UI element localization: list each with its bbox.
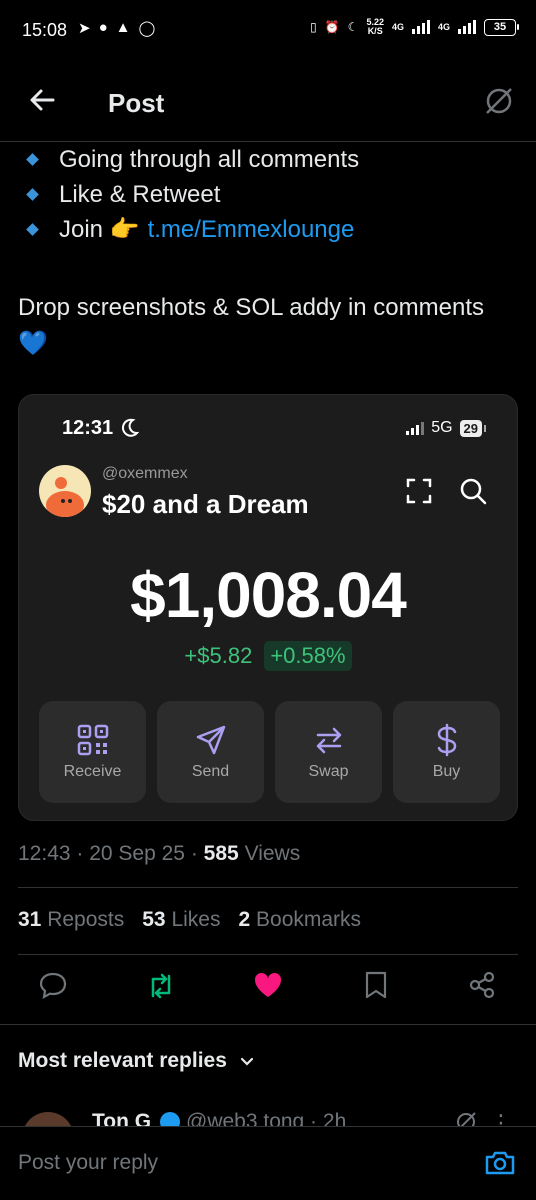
bullet-item: Going through all comments: [18, 142, 518, 177]
bookmark-icon[interactable]: [361, 970, 393, 1002]
post-image[interactable]: 12:31 5G 29 @oxemmex $20 and a Dream $1,…: [18, 394, 518, 821]
wallet-balance: $1,008.04: [130, 559, 407, 631]
chat-icon: ●: [98, 19, 108, 36]
verified-badge-icon: [160, 1112, 180, 1126]
camera-icon[interactable]: [484, 1147, 516, 1179]
balance-change: +$5.82 +0.58%: [19, 641, 517, 671]
blue-diamond-icon: [26, 153, 39, 166]
network-type-1: 4G: [391, 22, 404, 32]
telegram-link[interactable]: t.me/Emmexlounge: [148, 216, 355, 244]
post-time: 12:43: [18, 842, 71, 865]
search-icon[interactable]: [459, 477, 487, 505]
replies-sort-dropdown[interactable]: Most relevant replies: [18, 1049, 255, 1073]
card-signal-icon: [406, 421, 425, 435]
status-bar: 15:08 ➤ ● ▲ ◯ ▯ ⏰ ☾ 5.22 K/S 4G 4G 35: [0, 0, 536, 62]
notification-icons: ➤ ● ▲ ◯: [78, 19, 155, 37]
post-date: 20 Sep 25: [89, 842, 185, 865]
card-battery-icon: 29: [459, 419, 487, 437]
telegram-icon: ➤: [78, 20, 91, 37]
post-stats: 31 Reposts 53 Likes 2 Bookmarks: [18, 908, 361, 932]
divider: [18, 954, 518, 955]
reply-author-name: Ton G: [92, 1110, 152, 1126]
wallet-name: $20 and a Dream: [102, 489, 309, 519]
top-app-bar: Post: [0, 62, 536, 142]
bullet-item: Like & Retweet: [18, 177, 518, 212]
signal-2-icon: [458, 20, 476, 34]
grok-icon[interactable]: [482, 84, 516, 118]
network-type-2: 4G: [437, 22, 450, 32]
change-percent: +0.58%: [264, 641, 352, 671]
battery-icon: 35: [484, 18, 519, 36]
repost-icon[interactable]: [145, 970, 177, 1002]
wallet-handle: @oxemmex: [102, 465, 188, 482]
swap-icon: [316, 727, 341, 754]
bookmarks-stat[interactable]: 2 Bookmarks: [238, 908, 361, 932]
alarm-icon: ⏰: [324, 20, 340, 34]
qr-code-icon: [77, 724, 108, 756]
wallet-actions: Receive Send Swap Buy: [39, 701, 500, 803]
wallet-avatar[interactable]: [39, 465, 91, 517]
system-icons: ▯ ⏰ ☾ 5.22 K/S 4G 4G 35: [310, 17, 519, 36]
post-body: Going through all comments Like & Retwee…: [18, 142, 518, 362]
whatsapp-icon: ◯: [138, 20, 156, 37]
buy-button[interactable]: Buy: [393, 701, 500, 803]
swap-button[interactable]: Swap: [275, 701, 382, 803]
likes-stat[interactable]: 53 Likes: [142, 908, 220, 932]
share-icon[interactable]: [467, 970, 499, 1002]
moon-icon: [122, 418, 140, 437]
like-heart-icon[interactable]: [253, 970, 285, 1002]
reply-icon[interactable]: [38, 970, 70, 1002]
blue-diamond-icon: [26, 188, 39, 201]
reply-item[interactable]: Ton G @web3 tong · 2h ⋮: [0, 1100, 536, 1126]
reply-author-handle: @web3 tong · 2h: [186, 1110, 347, 1126]
send-icon: [196, 725, 225, 755]
post-text: Drop screenshots & SOL addy in comments …: [18, 294, 484, 357]
reply-input[interactable]: [18, 1151, 438, 1175]
dnd-moon-icon: ☾: [347, 20, 359, 34]
post-actions: [0, 970, 536, 1010]
bullet-item: Join 👉 t.me/Emmexlounge: [18, 212, 518, 247]
divider: [0, 1024, 536, 1025]
dollar-icon: [437, 723, 456, 757]
more-options-icon[interactable]: ⋮: [490, 1110, 512, 1126]
card-network: 5G: [431, 419, 453, 436]
scan-icon[interactable]: [405, 477, 433, 505]
reposts-stat[interactable]: 31 Reposts: [18, 908, 124, 932]
change-amount: +$5.82: [184, 643, 253, 668]
divider: [18, 887, 518, 888]
back-arrow-icon[interactable]: [26, 84, 58, 116]
blue-diamond-icon: [26, 223, 39, 236]
avatar[interactable]: [22, 1112, 74, 1126]
snapchat-icon: ▲: [115, 19, 131, 36]
reply-composer: [0, 1126, 536, 1200]
card-status-icons: 5G 29: [406, 419, 487, 437]
signal-1-icon: [411, 20, 430, 34]
views-count: 585: [203, 842, 239, 865]
vibrate-icon: ▯: [310, 20, 317, 34]
post-meta: 12:43 · 20 Sep 25 · 585 Views: [18, 842, 301, 865]
send-button[interactable]: Send: [157, 701, 264, 803]
receive-button[interactable]: Receive: [39, 701, 146, 803]
views-label: Views: [244, 842, 301, 865]
chevron-down-icon: [240, 1057, 254, 1066]
network-speed: 5.22 K/S: [366, 17, 384, 36]
status-time: 15:08: [22, 20, 68, 40]
card-time: 12:31: [62, 417, 114, 439]
grok-icon[interactable]: [454, 1110, 478, 1126]
page-title: Post: [108, 88, 165, 118]
